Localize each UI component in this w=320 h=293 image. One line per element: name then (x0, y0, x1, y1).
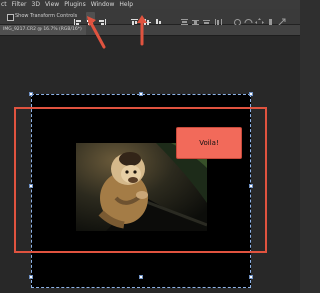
document-tab-title: IMG_9217.CR2 @ 16.7% (RGB/16*) (3, 27, 82, 32)
distribute-bottom-button[interactable] (202, 12, 211, 26)
distribute-left-button[interactable] (214, 12, 223, 26)
menu-item-3d[interactable]: 3D (32, 0, 40, 9)
menu-bar: ct Filter 3D View Plugins Window Help (0, 0, 300, 9)
transform-handle-top-left[interactable] (29, 92, 33, 96)
document-tab[interactable]: IMG_9217.CR2 @ 16.7% (RGB/16*) (0, 25, 86, 35)
transform-handle-top-right[interactable] (249, 92, 253, 96)
voila-text-box[interactable]: Voila! (176, 127, 242, 159)
transform-handle-bottom-center[interactable] (139, 275, 143, 279)
menu-item-filter[interactable]: Filter (12, 0, 27, 9)
slide-3d-button[interactable] (266, 12, 275, 26)
show-transform-checkbox[interactable] (7, 14, 14, 21)
menu-item-plugins[interactable]: Plugins (64, 0, 86, 9)
align-bottom-edges-button[interactable] (154, 12, 163, 26)
options-bar: Show Transform Controls (0, 9, 300, 27)
menu-item-window[interactable]: Window (91, 0, 115, 9)
menu-item-help[interactable]: Help (119, 0, 133, 9)
scale-3d-button[interactable] (277, 12, 286, 27)
distribute-top-button[interactable] (180, 12, 189, 25)
annotation-arrow-icon (137, 15, 147, 46)
mode-3d-button[interactable] (233, 12, 242, 26)
voila-label: Voila! (199, 139, 219, 147)
rotate-3d-button[interactable] (244, 12, 253, 24)
transform-handle-bottom-left[interactable] (29, 275, 33, 279)
pan-3d-button[interactable] (255, 12, 264, 27)
show-transform-label: Show Transform Controls (15, 13, 78, 19)
document-tab-bar: IMG_9217.CR2 @ 16.7% (RGB/16*) (0, 25, 300, 36)
menu-item-select[interactable]: ct (1, 0, 7, 9)
annotation-arrow-icon (87, 16, 106, 49)
distribute-vertical-centers-button[interactable] (191, 12, 200, 25)
menu-item-view[interactable]: View (45, 0, 59, 9)
align-left-edges-button[interactable] (73, 12, 82, 26)
transform-handle-bottom-right[interactable] (249, 275, 253, 279)
transform-handle-top-center[interactable] (139, 92, 143, 96)
